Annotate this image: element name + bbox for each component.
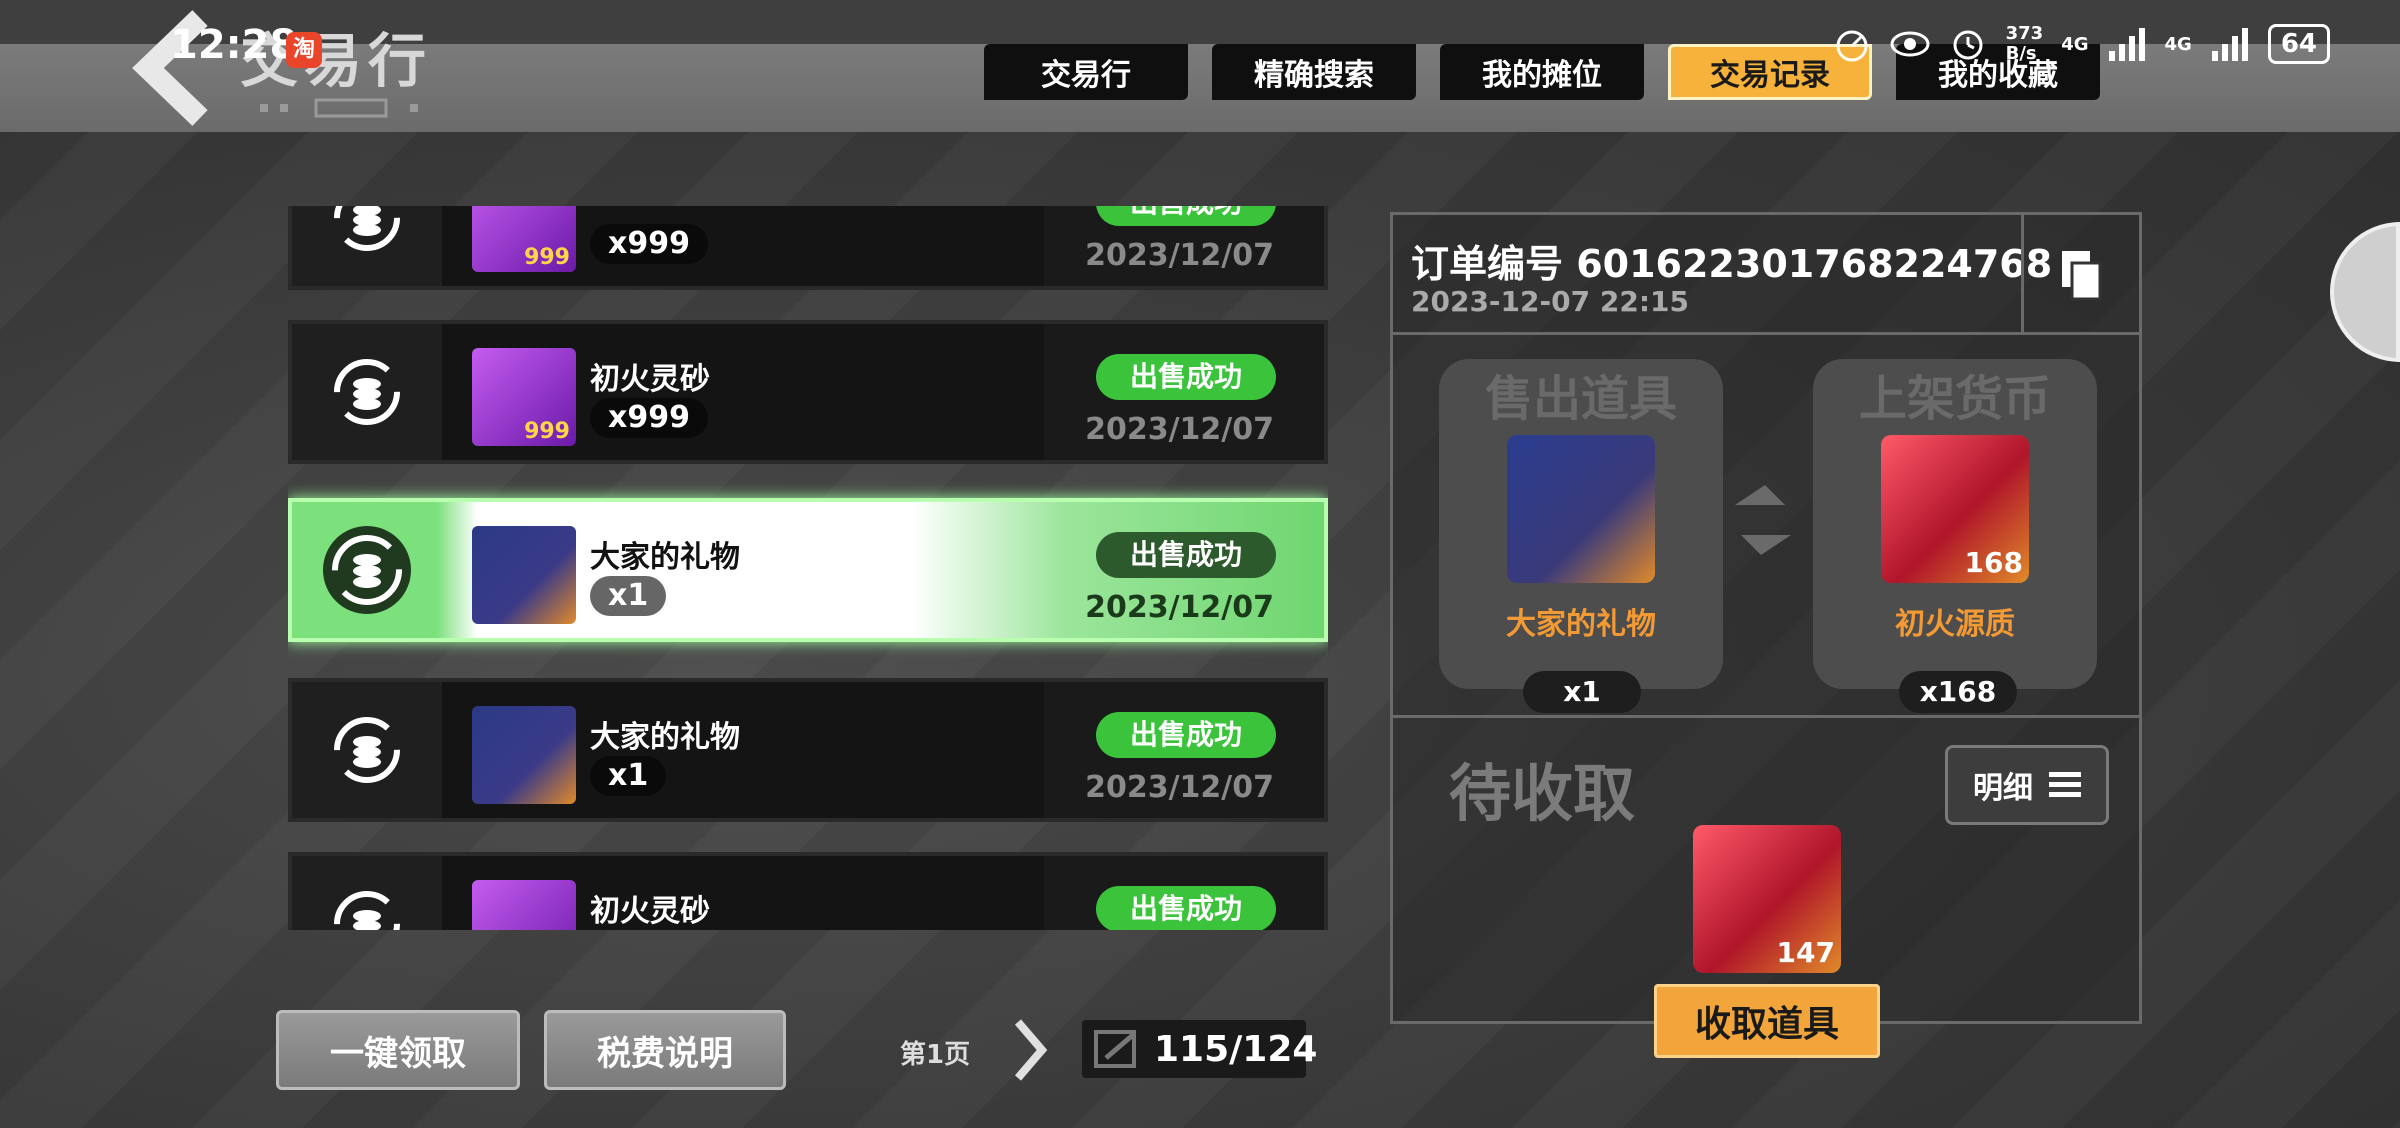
tab-trade-house[interactable]: 交易行 [984, 44, 1188, 100]
exchange-arrows-icon [1735, 485, 1791, 555]
coin-exchange-icon [292, 502, 442, 638]
system-status: 373 B/s 4G 4G 64 [1832, 24, 2330, 64]
item-quantity: x999 [590, 224, 708, 264]
item-crystal-icon [472, 880, 576, 930]
record-date: 2023/12/07 [1085, 238, 1274, 273]
app-badge: 淘 [286, 32, 322, 68]
record-row[interactable]: 初火灵砂 出售成功 [288, 852, 1328, 930]
item-quantity: x1 [590, 756, 667, 796]
next-page-button[interactable] [1010, 1010, 1050, 1090]
details-button[interactable]: 明细 [1945, 745, 2109, 825]
currency-name: 初火源质 [1895, 607, 2015, 642]
item-gift-icon [472, 706, 576, 804]
status-badge: 出售成功 [1096, 712, 1276, 758]
signal-icon-2 [2211, 28, 2248, 61]
currency-label: 上架货币 [1858, 371, 2051, 427]
item-crystal-icon: 999 [472, 206, 576, 272]
signal-icon [2108, 28, 2145, 61]
eye-icon [1890, 24, 1930, 64]
item-gift-icon [472, 526, 576, 624]
crystal-currency-icon: 168 [1881, 435, 2029, 583]
tab-my-stall[interactable]: 我的摊位 [1440, 44, 1644, 100]
coin-exchange-icon [292, 682, 442, 818]
details-label: 明细 [1973, 771, 2033, 806]
clock: 12:28 [170, 22, 298, 68]
signal-2-label: 4G [2164, 33, 2192, 55]
copy-button[interactable] [2021, 215, 2139, 335]
record-date: 2023/12/07 [1085, 412, 1274, 447]
sold-item-card: 售出道具 大家的礼物 [1439, 359, 1723, 689]
page-label: 第1页 [900, 1040, 971, 1070]
item-quantity: x999 [590, 398, 708, 438]
battery-indicator: 64 [2267, 24, 2330, 64]
item-name: 初火灵砂 [590, 362, 710, 397]
record-row[interactable]: 999 初火灵砂 x999 出售成功 2023/12/07 [288, 320, 1328, 464]
record-date: 2023/12/07 [1085, 770, 1274, 805]
order-detail-panel: 订单编号 601622301768224768 2023-12-07 22:15… [1390, 212, 2142, 1024]
coin-exchange-icon [292, 206, 442, 286]
title-decoration [260, 98, 418, 118]
coin-exchange-icon [292, 856, 442, 930]
item-name: 大家的礼物 [590, 720, 740, 755]
status-badge: 出售成功 [1096, 532, 1276, 578]
record-date: 2023/12/07 [1085, 590, 1274, 625]
page-counter: 115/124 [1082, 1020, 1317, 1078]
divider [1393, 715, 2139, 718]
status-badge: 出售成功 [1096, 354, 1276, 400]
item-crystal-icon: 999 [472, 348, 576, 446]
tax-info-button[interactable]: 税费说明 [544, 1010, 786, 1090]
gift-item-icon [1507, 435, 1655, 583]
menu-icon [2049, 772, 2081, 797]
item-quantity: x1 [590, 576, 667, 616]
alarm-icon [1948, 24, 1988, 64]
record-list[interactable]: 999 x999 出售成功 2023/12/07 999 初火灵砂 x999 出… [288, 206, 1328, 930]
status-badge: 出售成功 [1096, 886, 1276, 930]
pending-label: 待收取 [1449, 757, 1636, 830]
edit-icon [1094, 1030, 1136, 1068]
order-header: 订单编号 601622301768224768 2023-12-07 22:15 [1393, 215, 2139, 335]
sold-item-quantity: x1 [1523, 671, 1641, 713]
speed-icon [1832, 24, 1872, 64]
currency-card: 上架货币 168 初火源质 [1813, 359, 2097, 689]
collect-item-button[interactable]: 收取道具 [1654, 984, 1880, 1058]
sold-item-label: 售出道具 [1484, 371, 1677, 427]
record-row-selected[interactable]: 大家的礼物 x1 出售成功 2023/12/07 [288, 498, 1328, 642]
tab-precise-search[interactable]: 精确搜索 [1212, 44, 1416, 100]
page-count-text: 115/124 [1154, 1028, 1318, 1070]
item-name: 初火灵砂 [590, 894, 710, 929]
sold-item-name: 大家的礼物 [1506, 607, 1656, 642]
record-row[interactable]: 999 x999 出售成功 2023/12/07 [288, 206, 1328, 290]
item-name: 大家的礼物 [590, 540, 740, 575]
order-number: 订单编号 601622301768224768 [1411, 242, 2053, 286]
order-time: 2023-12-07 22:15 [1411, 285, 1689, 318]
coin-exchange-icon [292, 324, 442, 460]
status-badge: 出售成功 [1096, 206, 1276, 226]
pending-crystal-icon: 147 [1693, 825, 1841, 973]
copy-icon [2061, 251, 2101, 301]
collect-all-button[interactable]: 一键领取 [276, 1010, 520, 1090]
currency-quantity: x168 [1899, 671, 2017, 713]
record-row[interactable]: 大家的礼物 x1 出售成功 2023/12/07 [288, 678, 1328, 822]
net-speed: 373 B/s [2005, 23, 2044, 64]
signal-1-label: 4G [2061, 33, 2089, 55]
